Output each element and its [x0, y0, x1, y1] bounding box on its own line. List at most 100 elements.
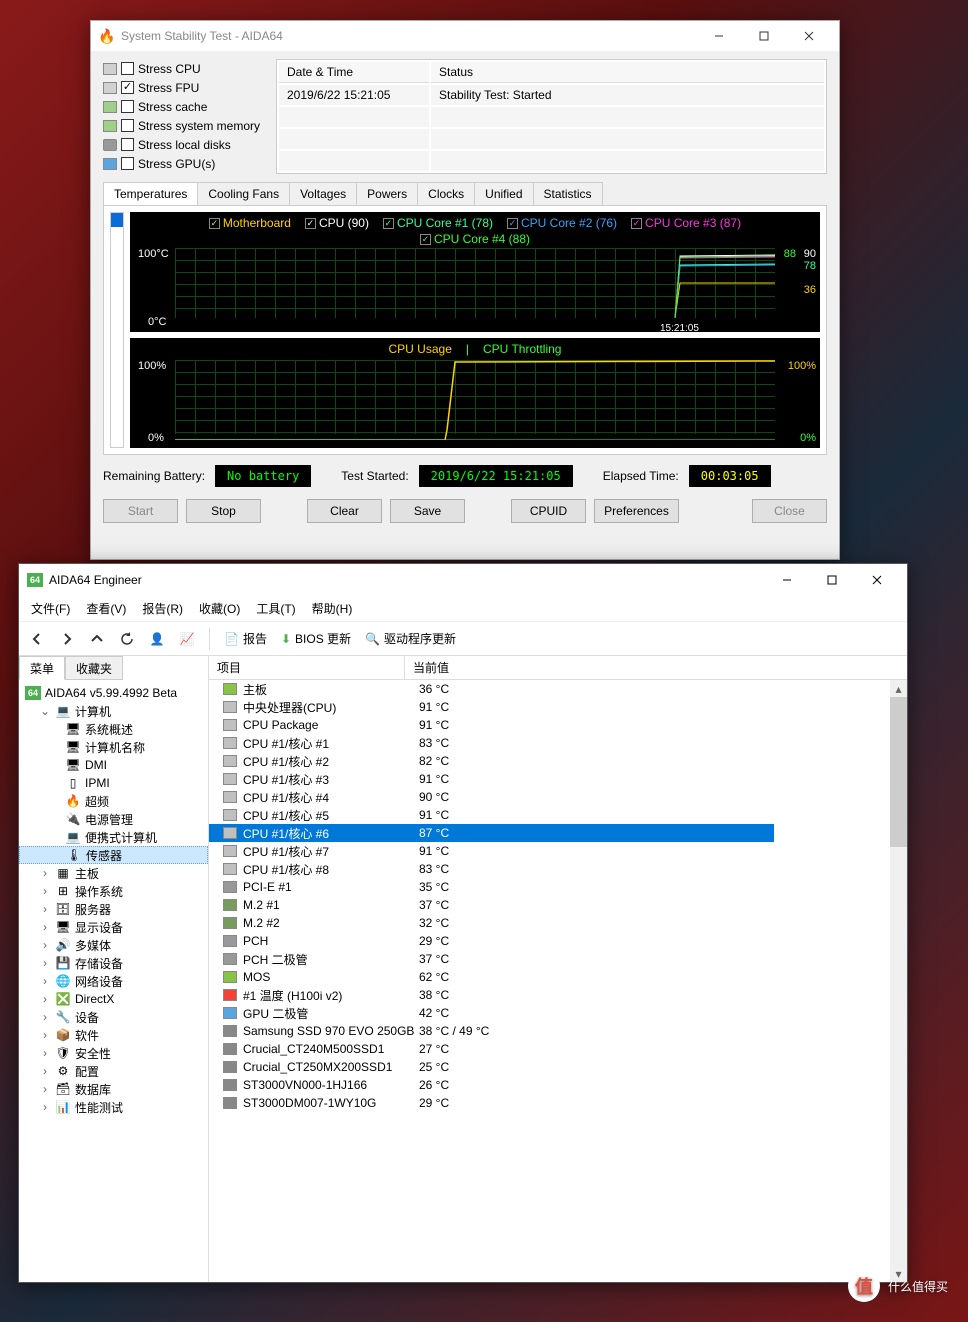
sensor-row[interactable]: MOS62 °C	[209, 968, 907, 986]
tree-DMI[interactable]: 🖥DMI	[19, 756, 208, 774]
titlebar[interactable]: 64 AIDA64 Engineer	[19, 564, 907, 596]
user-icon[interactable]: 👤	[145, 627, 169, 651]
tree-网络设备[interactable]: ›🌐网络设备	[19, 972, 208, 990]
close-button[interactable]: Close	[752, 499, 827, 523]
tree-数据库[interactable]: ›🗃数据库	[19, 1080, 208, 1098]
forward-button[interactable]	[55, 627, 79, 651]
expander-icon[interactable]: ›	[39, 866, 51, 880]
tree-软件[interactable]: ›📦软件	[19, 1026, 208, 1044]
tab-cooling-fans[interactable]: Cooling Fans	[197, 182, 290, 205]
sensor-row[interactable]: M.2 #137 °C	[209, 896, 907, 914]
checkbox[interactable]	[121, 100, 134, 113]
expander-icon[interactable]: ›	[39, 1064, 51, 1078]
sensor-row[interactable]: CPU #1/核心 #391 °C	[209, 770, 907, 788]
sensor-row[interactable]: PCH29 °C	[209, 932, 907, 950]
tree-DirectX[interactable]: ›❎DirectX	[19, 990, 208, 1008]
tab-temperatures[interactable]: Temperatures	[103, 182, 198, 205]
stress-stress-system-memory[interactable]: Stress system memory	[103, 116, 268, 135]
legend-item[interactable]: ✓CPU (90)	[305, 216, 369, 230]
legend-item[interactable]: ✓CPU Core #1 (78)	[383, 216, 493, 230]
tree-系统概述[interactable]: 🖥系统概述	[19, 720, 208, 738]
menu-帮助[interactable]: 帮助(H)	[306, 597, 359, 620]
sensor-row[interactable]: CPU #1/核心 #490 °C	[209, 788, 907, 806]
legend-item[interactable]: ✓CPU Core #4 (88)	[420, 232, 530, 246]
report-button[interactable]: 📄报告	[220, 630, 271, 647]
expander-icon[interactable]: ›	[39, 992, 51, 1006]
menu-查看[interactable]: 查看(V)	[80, 597, 132, 620]
expander-icon[interactable]: ›	[39, 920, 51, 934]
tree-主板[interactable]: ›▦主板	[19, 864, 208, 882]
sensor-row[interactable]: PCI-E #135 °C	[209, 878, 907, 896]
legend-item[interactable]: ✓Motherboard	[209, 216, 291, 230]
back-button[interactable]	[25, 627, 49, 651]
sensor-row[interactable]: CPU #1/核心 #282 °C	[209, 752, 907, 770]
tree-设备[interactable]: ›🔧设备	[19, 1008, 208, 1026]
clear-button[interactable]: Clear	[307, 499, 382, 523]
sidebar-tab-favorites[interactable]: 收藏夹	[65, 656, 123, 680]
expander-icon[interactable]: ›	[39, 974, 51, 988]
maximize-button[interactable]	[741, 22, 786, 50]
legend-item[interactable]: ✓CPU Core #2 (76)	[507, 216, 617, 230]
stop-button[interactable]: Stop	[186, 499, 261, 523]
menu-报告[interactable]: 报告(R)	[136, 597, 189, 620]
sensor-row[interactable]: M.2 #232 °C	[209, 914, 907, 932]
cpuid-button[interactable]: CPUID	[511, 499, 586, 523]
mini-scrollbar[interactable]	[110, 212, 124, 448]
tree-多媒体[interactable]: ›🔊多媒体	[19, 936, 208, 954]
expander-icon[interactable]: ⌄	[39, 704, 51, 718]
tree-超频[interactable]: 🔥超频	[19, 792, 208, 810]
checkbox[interactable]	[121, 119, 134, 132]
tree-电源管理[interactable]: 🔌电源管理	[19, 810, 208, 828]
tab-clocks[interactable]: Clocks	[417, 182, 475, 205]
sensor-row[interactable]: 中央处理器(CPU)91 °C	[209, 698, 907, 716]
expander-icon[interactable]: ›	[39, 1046, 51, 1060]
tree-便携式计算机[interactable]: 💻便携式计算机	[19, 828, 208, 846]
stress-stress-cpu[interactable]: Stress CPU	[103, 59, 268, 78]
sidebar-tab-menu[interactable]: 菜单	[19, 656, 65, 680]
minimize-button[interactable]	[696, 22, 741, 50]
sensor-row[interactable]: CPU #1/核心 #883 °C	[209, 860, 907, 878]
titlebar[interactable]: 🔥 System Stability Test - AIDA64	[91, 21, 839, 51]
preferences-button[interactable]: Preferences	[594, 499, 679, 523]
menu-收藏[interactable]: 收藏(O)	[193, 597, 246, 620]
refresh-button[interactable]	[115, 627, 139, 651]
expander-icon[interactable]: ›	[39, 1100, 51, 1114]
sensor-row[interactable]: Crucial_CT250MX200SSD125 °C	[209, 1058, 907, 1076]
expander-icon[interactable]: ›	[39, 956, 51, 970]
sensor-row[interactable]: ST3000DM007-1WY10G29 °C	[209, 1094, 907, 1112]
tree-计算机名称[interactable]: 🖥计算机名称	[19, 738, 208, 756]
expander-icon[interactable]: ›	[39, 938, 51, 952]
tab-voltages[interactable]: Voltages	[289, 182, 357, 205]
stress-stress-cache[interactable]: Stress cache	[103, 97, 268, 116]
up-button[interactable]	[85, 627, 109, 651]
maximize-button[interactable]	[809, 566, 854, 594]
tree-操作系统[interactable]: ›⊞操作系统	[19, 882, 208, 900]
minimize-button[interactable]	[764, 566, 809, 594]
sensor-row[interactable]: CPU Package91 °C	[209, 716, 907, 734]
tree-root[interactable]: 64AIDA64 v5.99.4992 Beta	[19, 684, 208, 702]
start-button[interactable]: Start	[103, 499, 178, 523]
tree-传感器[interactable]: 🌡传感器	[19, 846, 208, 864]
expander-icon[interactable]: ›	[39, 884, 51, 898]
sensor-row[interactable]: CPU #1/核心 #591 °C	[209, 806, 907, 824]
expander-icon[interactable]: ›	[39, 902, 51, 916]
sensor-row[interactable]: GPU 二极管42 °C	[209, 1004, 907, 1022]
tab-statistics[interactable]: Statistics	[533, 182, 603, 205]
col-item[interactable]: 项目	[209, 656, 405, 679]
sensor-row[interactable]: 主板36 °C	[209, 680, 907, 698]
vertical-scrollbar[interactable]: ▴ ▾	[890, 680, 907, 1282]
sensor-row[interactable]: ST3000VN000-1HJ16626 °C	[209, 1076, 907, 1094]
close-button[interactable]	[786, 22, 831, 50]
save-button[interactable]: Save	[390, 499, 465, 523]
tree-服务器[interactable]: ›🗄服务器	[19, 900, 208, 918]
tree-存储设备[interactable]: ›💾存储设备	[19, 954, 208, 972]
tree-配置[interactable]: ›⚙配置	[19, 1062, 208, 1080]
sensor-row[interactable]: CPU #1/核心 #687 °C	[209, 824, 774, 842]
sensor-row[interactable]: #1 温度 (H100i v2)38 °C	[209, 986, 907, 1004]
menu-文件[interactable]: 文件(F)	[25, 597, 76, 620]
expander-icon[interactable]: ›	[39, 1028, 51, 1042]
stress-stress-gpu-s-[interactable]: Stress GPU(s)	[103, 154, 268, 173]
sensor-row[interactable]: CPU #1/核心 #183 °C	[209, 734, 907, 752]
log-row[interactable]: 2019/6/22 15:21:05 Stability Test: Start…	[279, 85, 824, 105]
scroll-up-icon[interactable]: ▴	[890, 680, 907, 697]
